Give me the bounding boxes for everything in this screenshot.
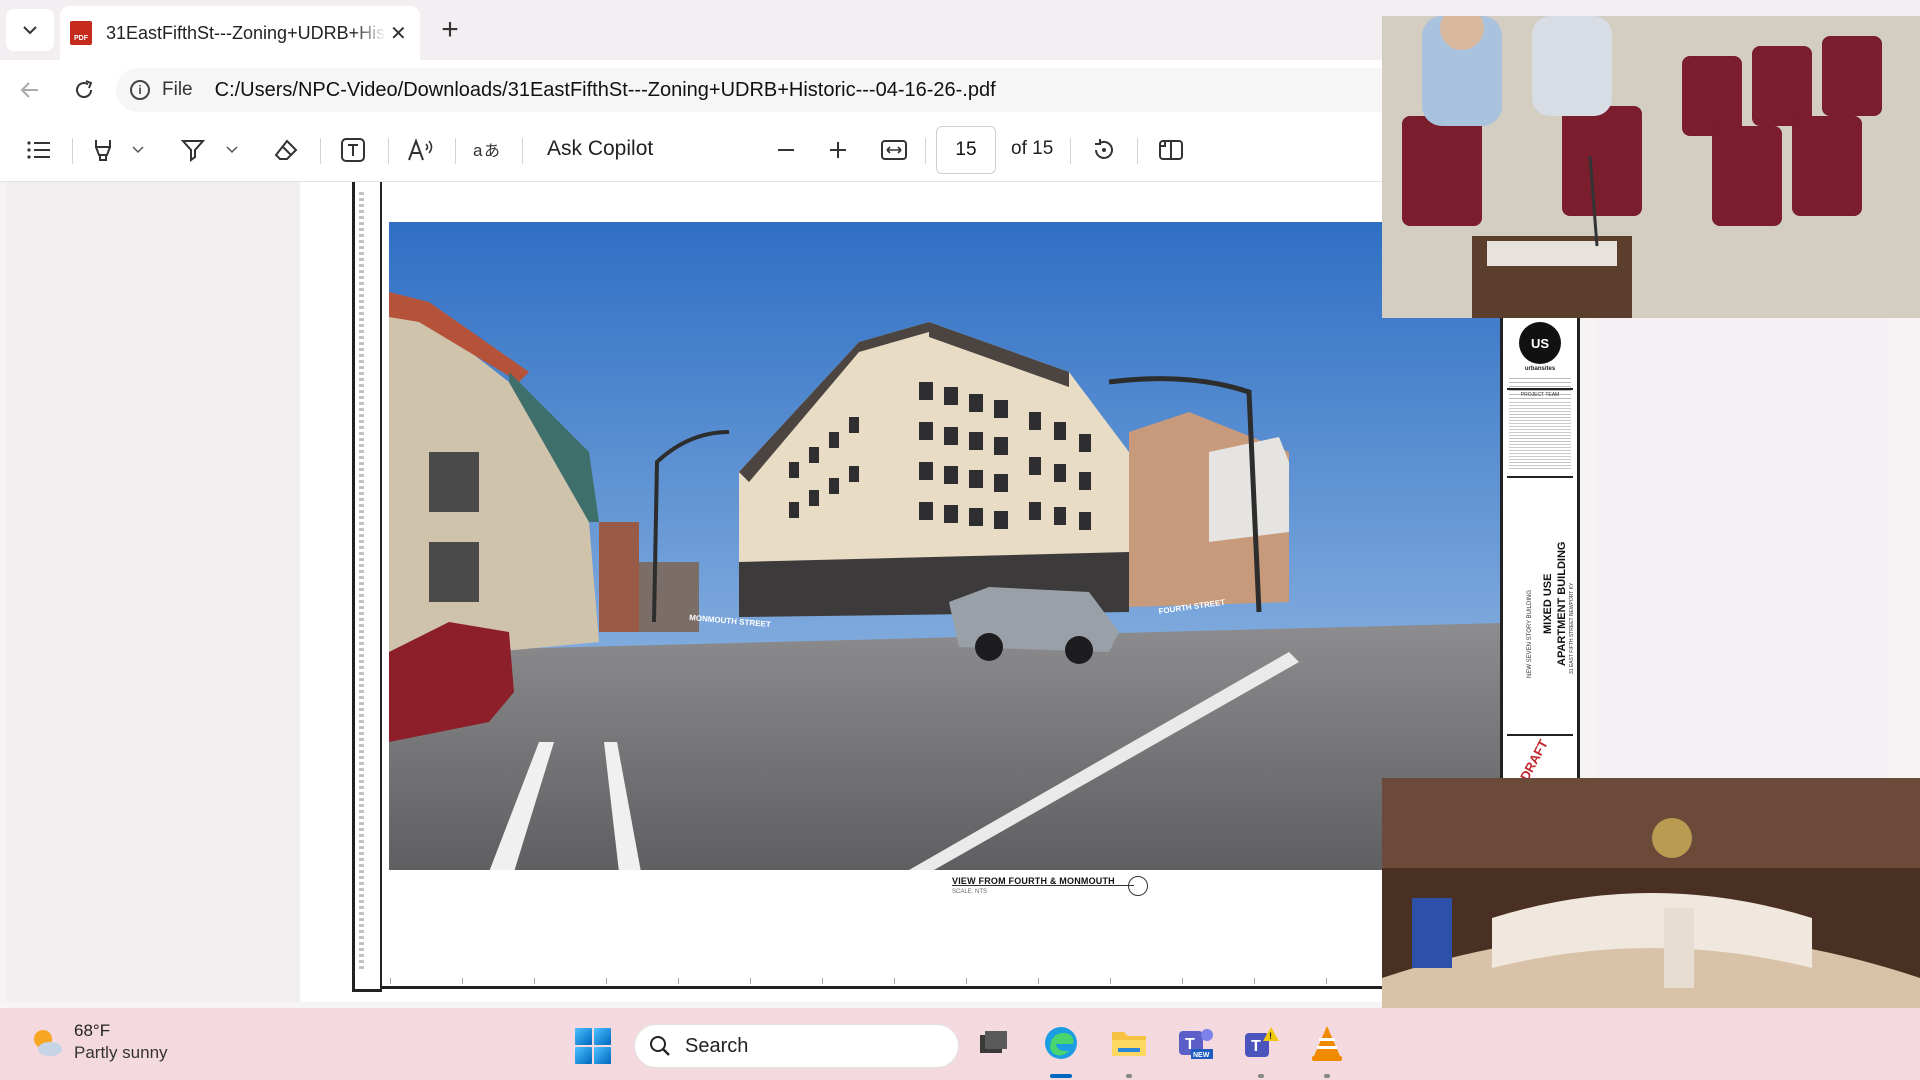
teams-new-icon[interactable]: T NEW [1174, 1022, 1216, 1064]
chevron-down-icon [23, 26, 37, 35]
sheet-bottom-border [382, 986, 1540, 989]
draw-icon[interactable] [178, 135, 208, 165]
file-explorer-running-indicator [1126, 1074, 1132, 1078]
svg-text:T: T [1251, 1038, 1261, 1055]
text-box-icon[interactable] [338, 135, 368, 165]
title-block-title-line-2: APARTMENT BUILDING [1556, 541, 1568, 666]
refresh-button[interactable] [68, 74, 100, 106]
teams-icon[interactable]: T! [1240, 1022, 1282, 1064]
weather-temperature: 68°F [74, 1021, 111, 1040]
arrow-left-icon [20, 82, 38, 98]
vlc-icon[interactable] [1306, 1022, 1348, 1064]
video-feed-audience [1382, 16, 1920, 318]
page-number-input[interactable]: 15 [936, 126, 996, 174]
translate-icon[interactable]: aあ [472, 135, 502, 165]
toolbar-separator [455, 138, 456, 164]
svg-text:a: a [473, 141, 483, 160]
draft-stamp: DRAFT [1517, 737, 1551, 784]
file-explorer-icon[interactable] [1108, 1022, 1150, 1064]
tab-pdf[interactable]: PDF 31EastFifthSt---Zoning+UDRB+Historic… [60, 6, 420, 60]
title-block-subtitle: NEW SEVEN STORY BUILDING [1527, 589, 1533, 678]
close-icon[interactable]: ✕ [390, 21, 407, 46]
address-url: C:/Users/NPC-Video/Downloads/31EastFifth… [214, 78, 996, 101]
title-block-address: 31 EAST FIFTH STREET NEWPORT KY [1569, 582, 1575, 674]
drawing-number-circle [1128, 876, 1148, 896]
search-icon [650, 1036, 670, 1056]
sheet-border [352, 182, 382, 992]
pdf-icon: PDF [70, 21, 92, 45]
edge-icon[interactable] [1040, 1022, 1082, 1064]
title-block-title: MIXED USE APARTMENT BUILDING [1541, 542, 1569, 666]
toolbar-separator [1070, 138, 1071, 164]
tab-title: 31EastFifthSt---Zoning+UDRB+Historic---0… [106, 22, 386, 43]
scale-ticks [390, 978, 1490, 984]
contents-list-icon[interactable] [24, 135, 54, 165]
title-block-title-line-1: MIXED USE [1542, 573, 1554, 635]
ask-copilot-button[interactable]: Ask Copilot [547, 137, 653, 161]
fit-to-width-icon[interactable] [879, 135, 909, 165]
urbansites-logo: US [1519, 322, 1561, 364]
title-block-team-heading: PROJECT TEAM [1520, 392, 1560, 398]
title-block-rule [1507, 734, 1573, 736]
toolbar-separator [1137, 138, 1138, 164]
viewer-background-right [1594, 318, 1888, 778]
title-block: US urbansites PROJECT TEAM NEW SEVEN STO… [1500, 318, 1580, 783]
search-placeholder: Search [685, 1034, 749, 1057]
toolbar-separator [925, 138, 926, 164]
teams-running-indicator [1258, 1074, 1264, 1078]
new-tab-button[interactable]: + [432, 12, 468, 48]
back-button[interactable] [14, 74, 46, 106]
vlc-running-indicator [1324, 1074, 1330, 1078]
highlight-icon[interactable] [88, 135, 118, 165]
tab-list-button[interactable] [6, 9, 54, 51]
zoom-out-icon[interactable] [771, 135, 801, 165]
drawing-caption-scale: SCALE: NTS [952, 889, 988, 895]
title-block-rule [1507, 476, 1573, 478]
title-block-rule [1507, 388, 1573, 390]
title-block-team-lines [1509, 402, 1571, 470]
weather-condition: Partly sunny [74, 1043, 168, 1062]
taskbar-search[interactable]: Search [634, 1024, 959, 1068]
toolbar-separator [72, 138, 73, 164]
toolbar-separator [320, 138, 321, 164]
partly-sunny-icon [30, 1025, 64, 1059]
edge-active-indicator [1050, 1074, 1072, 1078]
caption-underline [952, 885, 1134, 886]
taskbar: 68°F Partly sunny Search T NEW T! [0, 1008, 1920, 1080]
toolbar-separator [522, 138, 523, 164]
toolbar-separator [388, 138, 389, 164]
highlight-dropdown-chevron-icon[interactable] [128, 135, 148, 165]
zoom-in-icon[interactable] [823, 135, 853, 165]
info-icon[interactable]: i [130, 80, 150, 100]
rotate-icon[interactable] [1089, 135, 1119, 165]
title-block-address-lines [1509, 378, 1571, 402]
read-aloud-icon[interactable] [406, 135, 436, 165]
task-view-icon[interactable] [972, 1022, 1014, 1064]
svg-text:!: ! [1269, 1031, 1272, 1041]
start-button[interactable] [575, 1028, 611, 1064]
title-block-brand: urbansites [1524, 366, 1556, 372]
pdf-page: MONMOUTH STREET FOURTH STREET VIEW FROM … [300, 182, 1540, 1002]
page-view-icon[interactable] [1156, 135, 1186, 165]
eraser-icon[interactable] [271, 135, 301, 165]
left-pane [6, 182, 300, 1002]
draw-dropdown-chevron-icon[interactable] [222, 135, 242, 165]
svg-text:あ: あ [484, 141, 500, 160]
page-total-label: of 15 [1011, 138, 1054, 159]
svg-text:NEW: NEW [1193, 1052, 1210, 1059]
weather-widget[interactable]: 68°F Partly sunny [30, 1020, 168, 1064]
refresh-icon [76, 80, 93, 99]
building-rendering-image: MONMOUTH STREET FOURTH STREET [389, 222, 1540, 870]
address-scheme: File [162, 79, 193, 100]
